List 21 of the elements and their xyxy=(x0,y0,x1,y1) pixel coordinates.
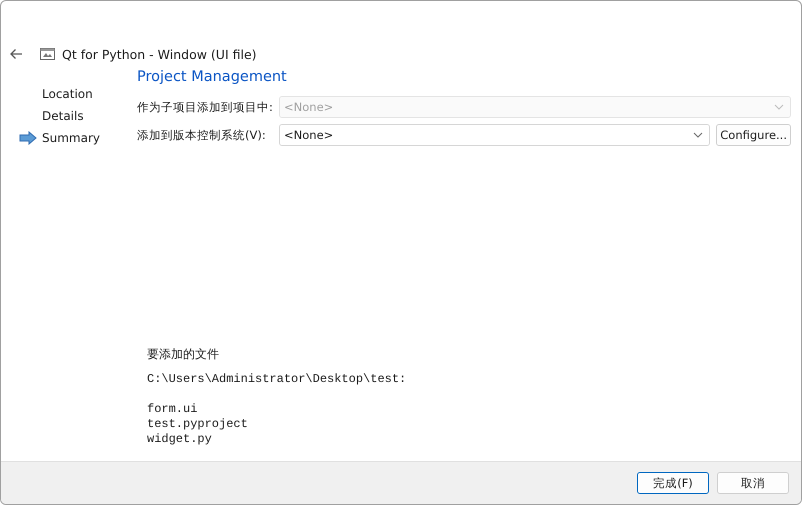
file-name: test.pyproject xyxy=(147,417,249,432)
page-heading: Project Management xyxy=(137,68,288,87)
dropdown-field[interactable]: <None> xyxy=(279,124,710,146)
caret-icon xyxy=(693,132,704,138)
dialog-button[interactable]: 完成(F) xyxy=(637,472,709,494)
window-icon xyxy=(40,48,55,60)
step-label[interactable]: Location xyxy=(42,87,93,101)
files-heading: 要添加的文件 xyxy=(147,346,220,363)
file-name: widget.py xyxy=(147,432,213,447)
field-label: 作为子项目添加到项目中: xyxy=(137,100,273,114)
configure-button[interactable]: Configure... xyxy=(716,124,791,146)
caret-icon xyxy=(774,104,784,110)
dialog-button[interactable]: 取消 xyxy=(717,472,789,494)
back-icon[interactable] xyxy=(9,48,23,60)
window-title: Qt for Python - Window (UI file) xyxy=(62,46,257,62)
file-name: form.ui xyxy=(147,402,198,417)
step-label[interactable]: Details xyxy=(42,109,84,123)
field-label: 添加到版本控制系统(V): xyxy=(137,128,267,142)
step-label[interactable]: Summary xyxy=(42,131,100,145)
dropdown-field: <None> xyxy=(279,96,791,118)
folder-path: C:\Users\Administrator\Desktop\test: xyxy=(147,372,408,387)
